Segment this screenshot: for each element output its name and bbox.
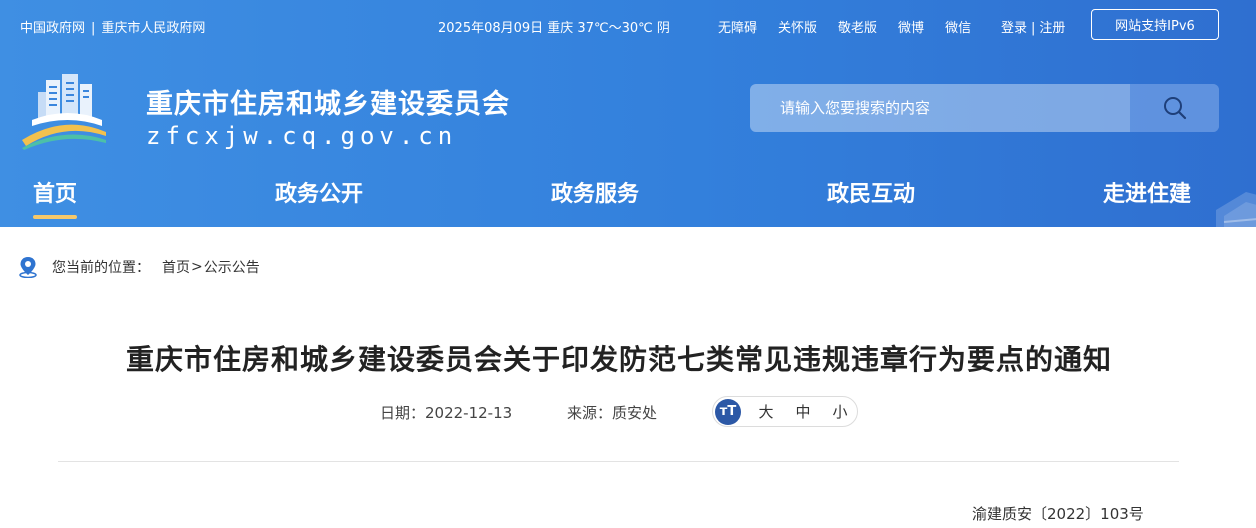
city-gov-link[interactable]: 重庆市人民政府网 <box>101 21 205 36</box>
nav-about[interactable]: 走进住建 <box>1103 176 1191 208</box>
register-link[interactable]: 注册 <box>1039 21 1065 36</box>
link-care-mode[interactable]: 关怀版 <box>778 17 817 36</box>
article-meta: 日期：2022-12-13 来源：质安处 <box>380 402 657 423</box>
breadcrumb-home[interactable]: 首页 <box>162 257 190 277</box>
gov-portal-link[interactable]: 中国政府网 <box>20 21 85 36</box>
site-name[interactable]: 重庆市住房和城乡建设委员会 <box>146 82 510 121</box>
link-wechat[interactable]: 微信 <box>945 17 971 36</box>
site-header: 中国政府网 | 重庆市人民政府网 2025年08月09日 重庆 37℃～30℃ 阴 … <box>0 0 1256 227</box>
document-number: 渝建质安〔2022〕103号 <box>972 505 1144 523</box>
accessibility-links: 无障碍 关怀版 敬老版 微博 微信 <box>718 17 992 36</box>
font-size-icon: тT <box>715 398 741 425</box>
search-button[interactable] <box>1130 84 1219 132</box>
font-size-large[interactable]: 大 <box>754 401 778 422</box>
breadcrumb-current[interactable]: 公示公告 <box>204 257 260 277</box>
building-logo-icon <box>22 74 106 150</box>
site-domain: zfcxjw.cq.gov.cn <box>146 122 458 150</box>
article-title: 重庆市住房和城乡建设委员会关于印发防范七类常见违规违章行为要点的通知 <box>125 343 1112 376</box>
font-size-small[interactable]: 小 <box>828 401 852 422</box>
article-source: 来源：质安处 <box>567 404 658 422</box>
breadcrumb: 您当前的位置： 首页 > 公示公告 <box>18 256 260 278</box>
search-box <box>750 84 1219 132</box>
location-pin-icon <box>19 257 37 278</box>
link-weibo[interactable]: 微博 <box>898 17 924 36</box>
nav-home[interactable]: 首页 <box>33 176 78 219</box>
login-register: 登录 | 注册 <box>1001 17 1065 36</box>
main-nav: 首页 政务公开 政务服务 政民互动 走进住建 <box>0 170 1256 227</box>
link-elderly-mode[interactable]: 敬老版 <box>838 17 877 36</box>
font-size-medium[interactable]: 中 <box>791 401 815 422</box>
nav-interaction[interactable]: 政民互动 <box>827 176 915 208</box>
nav-government-affairs[interactable]: 政务公开 <box>275 176 363 208</box>
article-divider <box>58 461 1179 462</box>
top-left-links: 中国政府网 | 重庆市人民政府网 <box>20 17 205 36</box>
link-accessibility[interactable]: 无障碍 <box>718 17 757 36</box>
ipv6-button[interactable]: 网站支持IPv6 <box>1091 9 1219 40</box>
date-weather: 2025年08月09日 重庆 37℃～30℃ 阴 <box>438 21 670 36</box>
breadcrumb-separator: > <box>191 259 203 275</box>
font-size-switcher: тT 大 中 小 <box>712 396 858 427</box>
login-separator: | <box>1031 21 1036 36</box>
article-date: 日期：2022-12-13 <box>380 404 513 422</box>
login-link[interactable]: 登录 <box>1001 21 1027 36</box>
top-bar: 中国政府网 | 重庆市人民政府网 2025年08月09日 重庆 37℃～30℃ 阴 … <box>0 0 1256 50</box>
search-input[interactable] <box>750 84 1130 132</box>
top-separator: | <box>91 21 96 36</box>
breadcrumb-label: 您当前的位置： <box>52 260 150 276</box>
nav-government-services[interactable]: 政务服务 <box>551 176 639 208</box>
search-icon <box>1163 97 1186 120</box>
